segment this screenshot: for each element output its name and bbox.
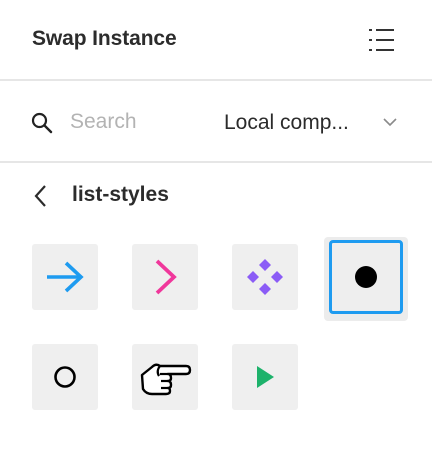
component-diamond-icon: [247, 259, 283, 295]
chevron-right-icon: [155, 259, 177, 295]
component-tile-component-diamond[interactable]: [232, 244, 298, 310]
component-tile-chevron-right[interactable]: [132, 244, 198, 310]
library-select-label: Local comp...: [224, 111, 349, 134]
panel-title: Swap Instance: [32, 27, 177, 50]
play-triangle-icon: [257, 366, 274, 388]
search-input[interactable]: [66, 108, 214, 136]
chevron-left-icon: [34, 185, 46, 207]
library-select[interactable]: Local comp...: [224, 109, 397, 137]
list-view-toggle[interactable]: [366, 26, 398, 54]
search-row: Local comp...: [0, 81, 432, 161]
filled-circle-icon: [355, 266, 377, 288]
component-tile-pointing-hand[interactable]: [132, 344, 198, 410]
arrow-right-icon: [47, 261, 84, 293]
folder-title: list-styles: [72, 183, 169, 206]
swap-instance-panel: Swap Instance Local comp...: [0, 0, 432, 474]
component-tile-play-triangle[interactable]: [232, 344, 298, 410]
hollow-circle-icon: [54, 366, 76, 388]
component-tile-filled-circle[interactable]: [329, 240, 403, 314]
component-tile-arrow-right[interactable]: [32, 244, 98, 310]
search-icon: [31, 112, 53, 134]
list-view-icon: [369, 29, 394, 51]
search-divider: [0, 161, 432, 163]
chevron-down-icon: [383, 118, 397, 127]
component-tile-hollow-circle[interactable]: [32, 344, 98, 410]
back-button[interactable]: [30, 183, 52, 209]
panel-header: Swap Instance: [0, 0, 432, 79]
pointing-hand-icon: [140, 363, 192, 396]
